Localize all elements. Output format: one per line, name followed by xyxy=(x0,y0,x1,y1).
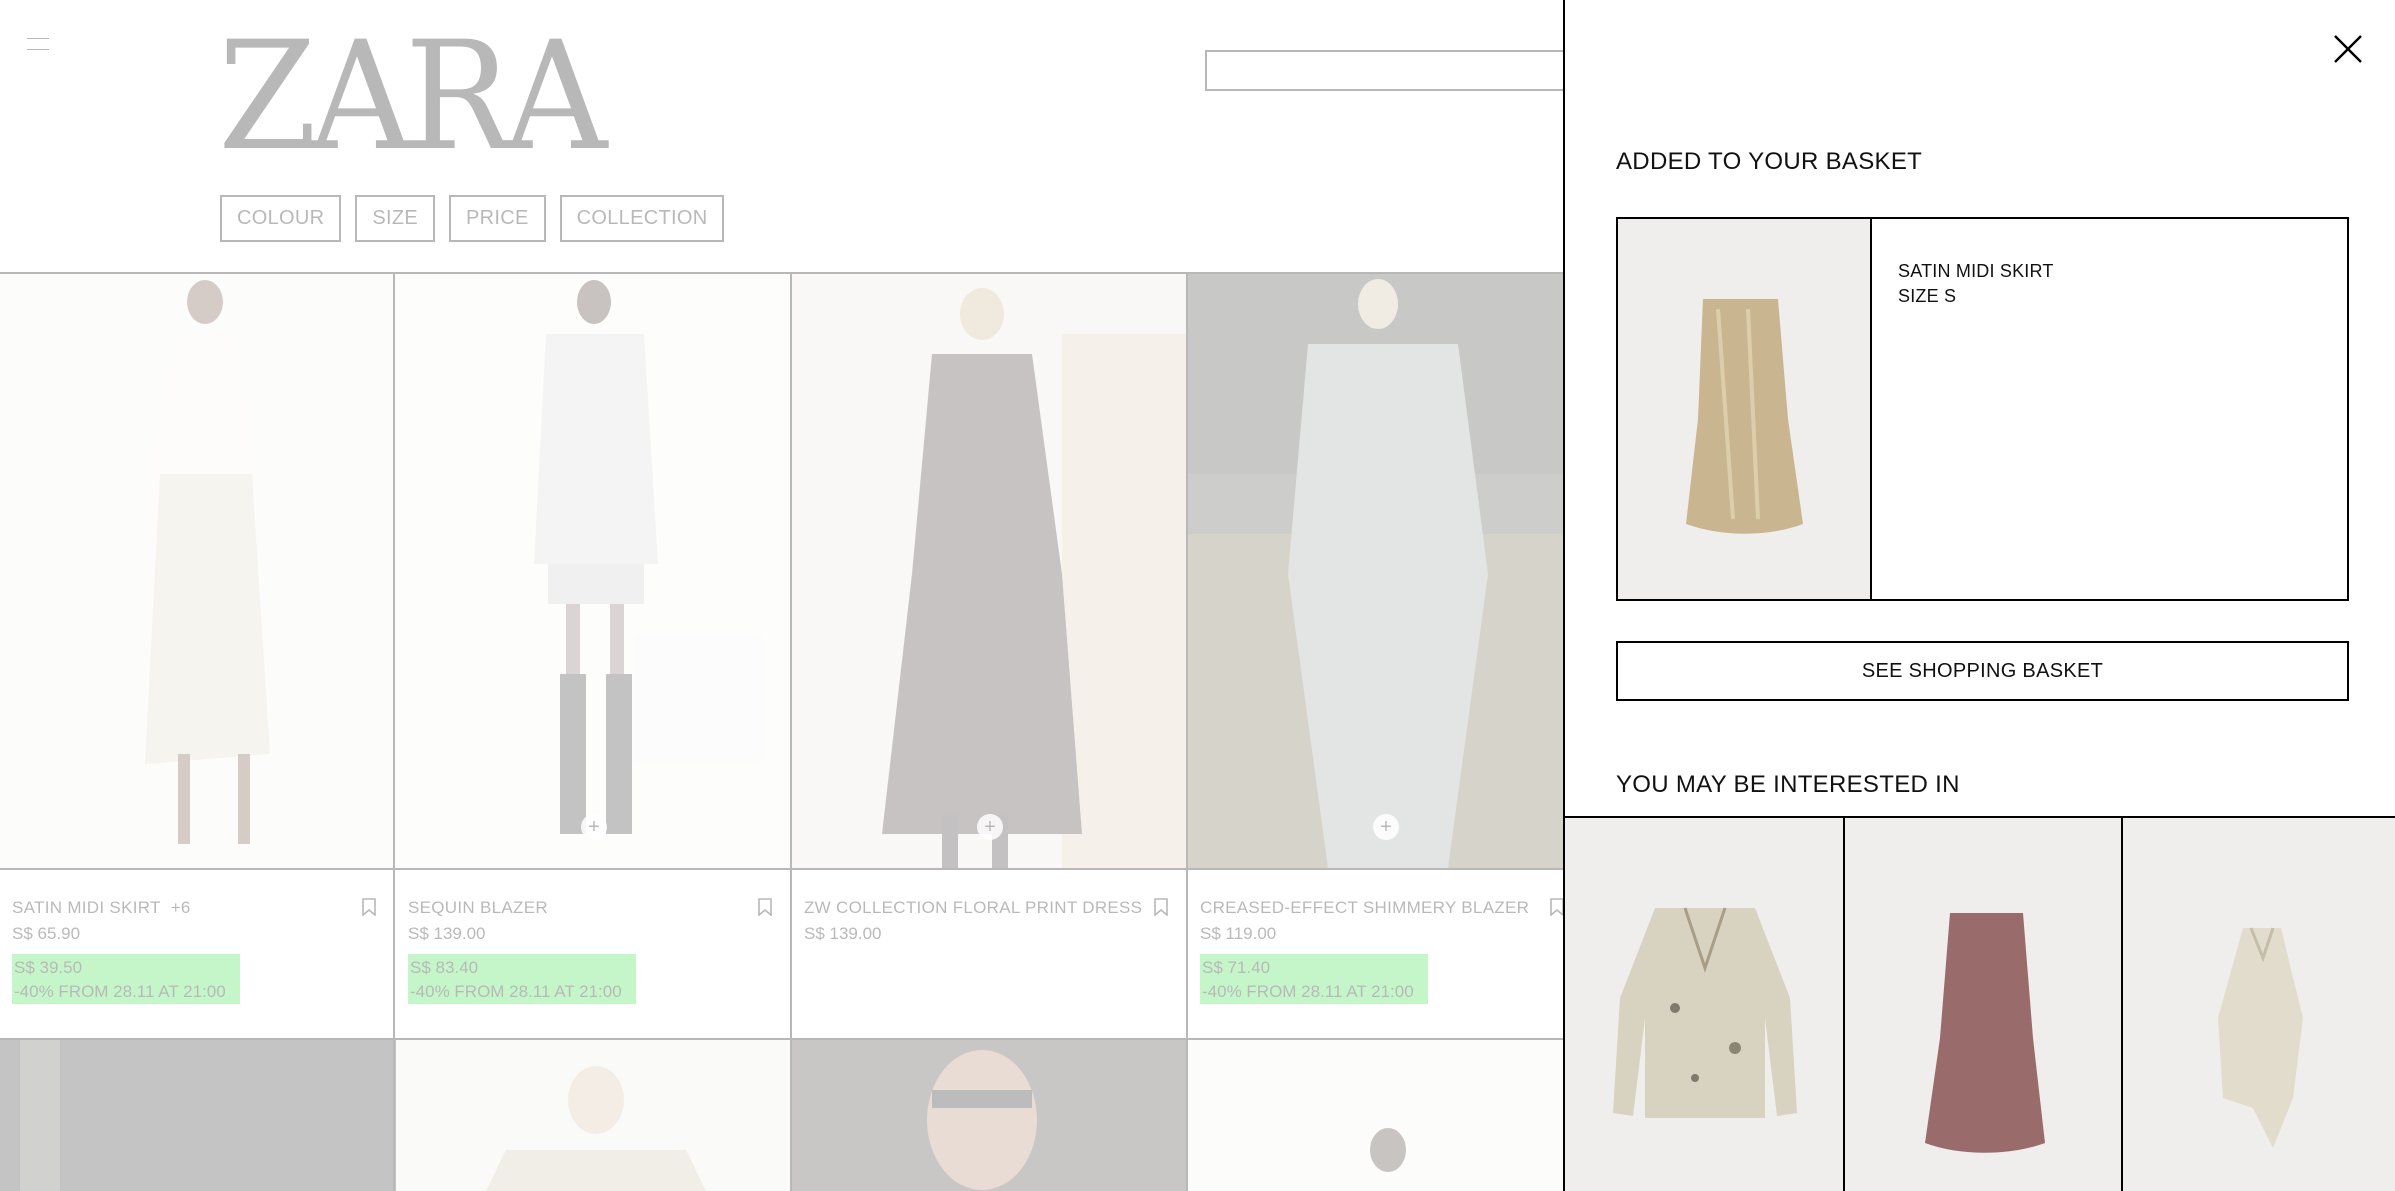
promo-badge: S$ 83.40 -40% FROM 28.11 AT 21:00 xyxy=(408,954,636,1004)
filter-bar: COLOUR SIZE PRICE COLLECTION xyxy=(220,195,725,242)
product-image[interactable] xyxy=(0,274,396,868)
add-to-basket-icon[interactable]: + xyxy=(1373,814,1399,840)
sale-note: -40% FROM 28.11 AT 21:00 xyxy=(410,982,622,1001)
product-image[interactable]: + xyxy=(396,274,792,868)
bookmark-icon[interactable] xyxy=(1154,898,1168,916)
grid-divider xyxy=(790,272,792,1191)
basket-panel: ADDED TO YOUR BASKET SATIN MIDI SKIRT SI… xyxy=(1563,0,2395,1191)
product-image[interactable]: + xyxy=(1188,274,1584,868)
sale-note: -40% FROM 28.11 AT 21:00 xyxy=(1202,982,1414,1001)
bookmark-icon[interactable] xyxy=(758,898,772,916)
recommendations-row xyxy=(1565,816,2395,1191)
product-image[interactable] xyxy=(0,1040,396,1191)
add-to-basket-icon[interactable]: + xyxy=(977,814,1003,840)
recommendation-item[interactable] xyxy=(1843,818,2121,1191)
grid-divider xyxy=(1186,272,1188,1191)
product-image[interactable]: + xyxy=(792,274,1188,868)
sale-price: S$ 71.40 xyxy=(1202,958,1271,977)
bookmark-icon[interactable] xyxy=(1550,898,1564,916)
colour-count: +6 xyxy=(170,898,191,917)
basket-item-image[interactable] xyxy=(1618,219,1872,599)
filter-size-button[interactable]: SIZE xyxy=(355,195,436,242)
search-input[interactable] xyxy=(1205,50,1565,91)
filter-collection-button[interactable]: COLLECTION xyxy=(559,195,725,242)
bookmark-icon[interactable] xyxy=(362,898,376,916)
product-price: S$ 65.90 xyxy=(12,924,81,943)
promo-badge: S$ 39.50 -40% FROM 28.11 AT 21:00 xyxy=(12,954,240,1004)
zara-logo[interactable]: ZARA xyxy=(218,10,607,184)
logo-text: ZARA xyxy=(218,10,607,184)
add-to-basket-icon[interactable]: + xyxy=(581,814,607,840)
close-icon[interactable] xyxy=(2331,32,2365,66)
sale-price: S$ 83.40 xyxy=(410,958,479,977)
product-name[interactable]: CREASED-EFFECT SHIMMERY BLAZER xyxy=(1200,898,1529,918)
product-info: SEQUIN BLAZER S$ 139.00 S$ 83.40 -40% FR… xyxy=(396,868,792,1040)
product-name[interactable]: SATIN MIDI SKIRT +6 xyxy=(12,898,191,918)
product-image[interactable] xyxy=(396,1040,792,1191)
sale-price: S$ 39.50 xyxy=(14,958,83,977)
product-image[interactable] xyxy=(1188,1040,1584,1191)
product-info: ZW COLLECTION FLORAL PRINT DRESS S$ 139.… xyxy=(792,868,1188,1040)
grid-divider xyxy=(393,272,395,1191)
recommendations-heading: YOU MAY BE INTERESTED IN xyxy=(1616,771,1960,798)
filter-colour-button[interactable]: COLOUR xyxy=(220,195,342,242)
product-price: S$ 139.00 xyxy=(408,924,486,943)
recommendation-item[interactable] xyxy=(1565,818,1843,1191)
product-name[interactable]: SEQUIN BLAZER xyxy=(408,898,548,918)
promo-badge: S$ 71.40 -40% FROM 28.11 AT 21:00 xyxy=(1200,954,1428,1004)
recommendation-item[interactable] xyxy=(2121,818,2395,1191)
product-image[interactable] xyxy=(792,1040,1188,1191)
basket-item-name: SATIN MIDI SKIRT xyxy=(1898,261,2054,281)
basket-item[interactable]: SATIN MIDI SKIRT SIZE S xyxy=(1616,217,2349,601)
basket-item-size: SIZE S xyxy=(1898,286,1957,306)
see-shopping-basket-button[interactable]: SEE SHOPPING BASKET xyxy=(1616,641,2349,701)
added-heading: ADDED TO YOUR BASKET xyxy=(1616,148,1923,175)
product-price: S$ 119.00 xyxy=(1200,924,1277,943)
product-name[interactable]: ZW COLLECTION FLORAL PRINT DRESS xyxy=(804,898,1142,918)
product-price: S$ 139.00 xyxy=(804,924,882,943)
menu-icon[interactable] xyxy=(27,38,49,54)
product-info: SATIN MIDI SKIRT +6 S$ 65.90 S$ 39.50 -40… xyxy=(0,868,396,1040)
product-info: CREASED-EFFECT SHIMMERY BLAZER S$ 119.00… xyxy=(1188,868,1584,1040)
grid-divider xyxy=(0,1038,1563,1040)
filter-price-button[interactable]: PRICE xyxy=(449,195,546,242)
sale-note: -40% FROM 28.11 AT 21:00 xyxy=(14,982,226,1001)
